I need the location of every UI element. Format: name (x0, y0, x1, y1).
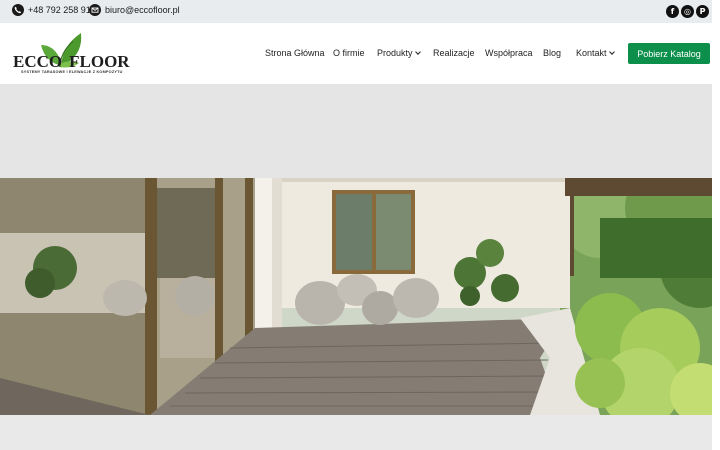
nav-item-realizations[interactable]: Realizacje (433, 48, 475, 58)
nav-item-about[interactable]: O firmie (333, 48, 365, 58)
instagram-icon[interactable]: ◎ (681, 5, 694, 18)
nav-label: Produkty (377, 48, 413, 58)
nav-item-blog[interactable]: Blog (543, 48, 561, 58)
nav-item-home[interactable]: Strona Główna (265, 48, 325, 58)
nav-label: Kontakt (576, 48, 607, 58)
email-contact[interactable]: biuro@eccofloor.pl (89, 4, 180, 16)
phone-number: +48 792 258 915 (28, 5, 96, 15)
nav-label: Blog (543, 48, 562, 58)
mail-icon (89, 4, 101, 16)
logo-tagline: SYSTEMY TARASOWE I ELEWACJE Z KOMPOZYTU (21, 70, 123, 74)
eccofloor-logo[interactable]: ECCO FLOOR SYSTEMY TARASOWE I ELEWACJE Z … (13, 31, 135, 77)
logo-wordmark: ECCO FLOOR (13, 52, 130, 72)
facebook-icon[interactable]: f (666, 5, 679, 18)
hero-top-band (0, 84, 712, 178)
top-contact-bar: +48 792 258 915 biuro@eccofloor.pl f ◎ P (0, 0, 712, 23)
hero-bottom-band (0, 415, 712, 450)
nav-label: Realizacje (433, 48, 475, 58)
nav-item-contact[interactable]: Kontakt (576, 48, 615, 58)
hero-image (0, 178, 712, 415)
chevron-down-icon (608, 49, 615, 55)
scrollbar[interactable] (712, 0, 720, 450)
pinterest-icon[interactable]: P (696, 5, 709, 18)
chevron-down-icon (414, 49, 421, 55)
logo-name-part1: ECCO (13, 52, 63, 71)
nav-item-products[interactable]: Produkty (377, 48, 421, 58)
email-address: biuro@eccofloor.pl (105, 5, 180, 15)
nav-label: O firmie (333, 48, 365, 58)
terrace-photo (0, 178, 712, 415)
page: +48 792 258 915 biuro@eccofloor.pl f ◎ P… (0, 0, 720, 450)
phone-icon (12, 4, 24, 16)
nav-label: Strona Główna (265, 48, 325, 58)
social-links: f ◎ P (666, 5, 709, 18)
nav-item-cooperation[interactable]: Współpraca (485, 48, 533, 58)
download-catalog-button[interactable]: Pobierz Katalog (628, 43, 710, 64)
phone-contact[interactable]: +48 792 258 915 (12, 4, 96, 16)
nav-label: Współpraca (485, 48, 533, 58)
site-header: ECCO FLOOR SYSTEMY TARASOWE I ELEWACJE Z … (0, 23, 712, 84)
logo-name-part2: FLOOR (69, 52, 130, 71)
